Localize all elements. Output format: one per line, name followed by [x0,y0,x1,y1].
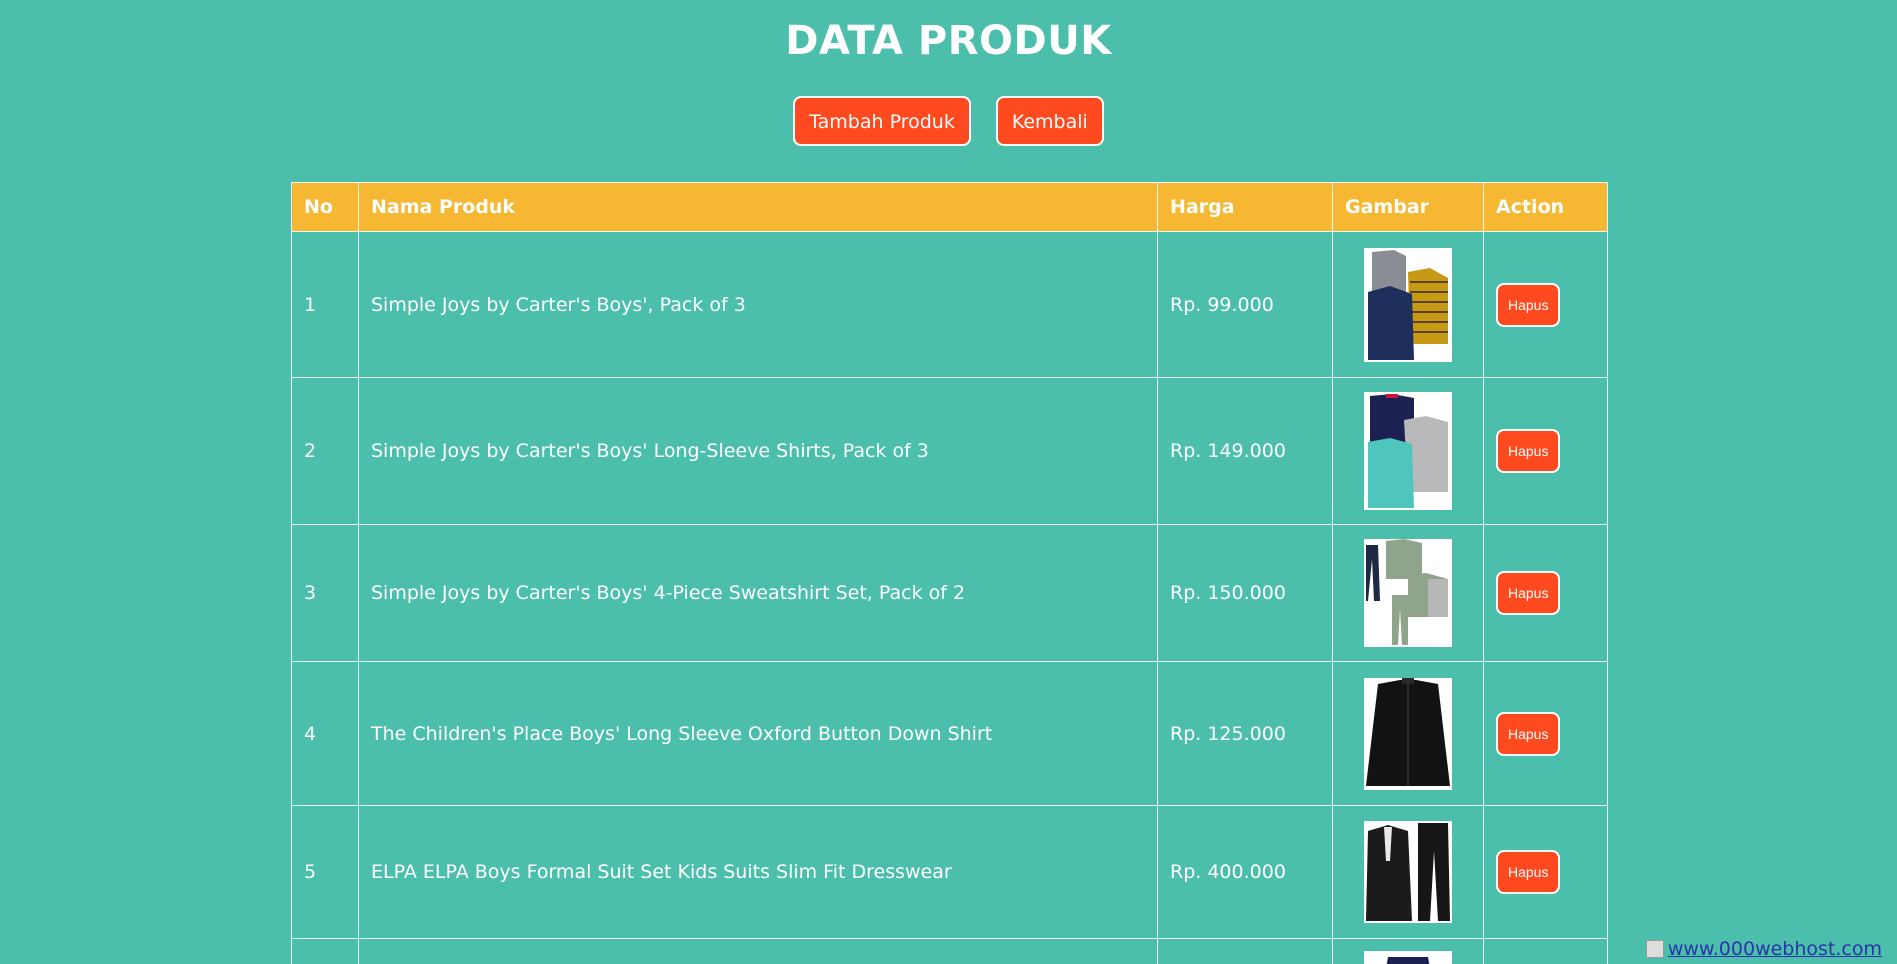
action-cell: Hapus [1483,231,1608,378]
action-cell: Hapus [1483,377,1608,525]
header-no: No [291,182,359,232]
table-row: 1 Simple Joys by Carter's Boys', Pack of… [291,231,1608,378]
product-name: Simple Joys by Carter's Boys', Pack of 3 [358,231,1158,378]
delete-button[interactable]: Hapus [1496,850,1561,894]
product-name: Simple Joys by Carter's Boys' Long-Sleev… [358,377,1158,525]
action-cell: Hapus [1483,524,1608,662]
image-cell-partial [1332,938,1484,964]
product-thumbnail-longsleeve-shirts [1364,392,1452,510]
webhost-link-text: www.000webhost.com [1667,938,1882,960]
table-header-row: No Nama Produk Harga Gambar Action [291,182,1608,232]
product-table: No Nama Produk Harga Gambar Action 1 Sim… [291,182,1608,964]
product-price: Rp. 400.000 [1157,805,1333,939]
back-button[interactable]: Kembali [995,96,1104,146]
row-number: 5 [291,805,359,939]
image-cell [1332,231,1484,378]
product-price-partial [1157,938,1333,964]
broken-image-icon [1645,940,1664,958]
product-price: Rp. 149.000 [1157,377,1333,525]
product-price: Rp. 99.000 [1157,231,1333,378]
table-row: 3 Simple Joys by Carter's Boys' 4-Piece … [291,524,1608,662]
product-table-container: No Nama Produk Harga Gambar Action 1 Sim… [291,182,1608,964]
product-price: Rp. 150.000 [1157,524,1333,662]
image-cell [1332,377,1484,525]
delete-button[interactable]: Hapus [1496,429,1561,473]
add-product-button[interactable]: Tambah Produk [793,96,971,146]
row-number: 4 [291,661,359,806]
page-title: DATA PRODUK [785,18,1112,64]
image-cell [1332,661,1484,806]
action-cell: Hapus [1483,805,1608,939]
header-action: Action [1483,182,1608,232]
table-row-partial [291,938,1608,964]
product-name-partial [358,938,1158,964]
product-thumbnail-black-shirt [1364,677,1452,790]
row-number: 2 [291,377,359,525]
delete-button[interactable]: Hapus [1496,711,1561,756]
product-thumbnail-formal-suit [1364,821,1452,923]
image-cell [1332,524,1484,662]
product-name: The Children's Place Boys' Long Sleeve O… [358,661,1158,806]
action-cell: Hapus [1483,661,1608,806]
product-name: Simple Joys by Carter's Boys' 4-Piece Sw… [358,524,1158,662]
product-price: Rp. 125.000 [1157,661,1333,806]
delete-button[interactable]: Hapus [1496,282,1561,327]
row-number-partial [291,938,359,964]
product-thumbnail-sweatshirt-set [1364,539,1452,647]
product-thumbnail-striped-shirts [1364,247,1452,362]
product-thumbnail-partial [1364,951,1452,964]
image-cell [1332,805,1484,939]
header-price: Harga [1157,182,1333,232]
delete-button[interactable]: Hapus [1496,571,1561,615]
product-name: ELPA ELPA Boys Formal Suit Set Kids Suit… [358,805,1158,939]
header-image: Gambar [1332,182,1484,232]
page: DATA PRODUK Tambah Produk Kembali No Nam… [0,0,1897,964]
table-row: 2 Simple Joys by Carter's Boys' Long-Sle… [291,377,1608,525]
row-number: 3 [291,524,359,662]
row-number: 1 [291,231,359,378]
webhost-link[interactable]: www.000webhost.com [1645,938,1882,960]
header-product-name: Nama Produk [358,182,1158,232]
action-bar: Tambah Produk Kembali [0,96,1897,146]
table-row: 4 The Children's Place Boys' Long Sleeve… [291,661,1608,806]
action-cell-partial [1483,938,1608,964]
table-row: 5 ELPA ELPA Boys Formal Suit Set Kids Su… [291,805,1608,939]
